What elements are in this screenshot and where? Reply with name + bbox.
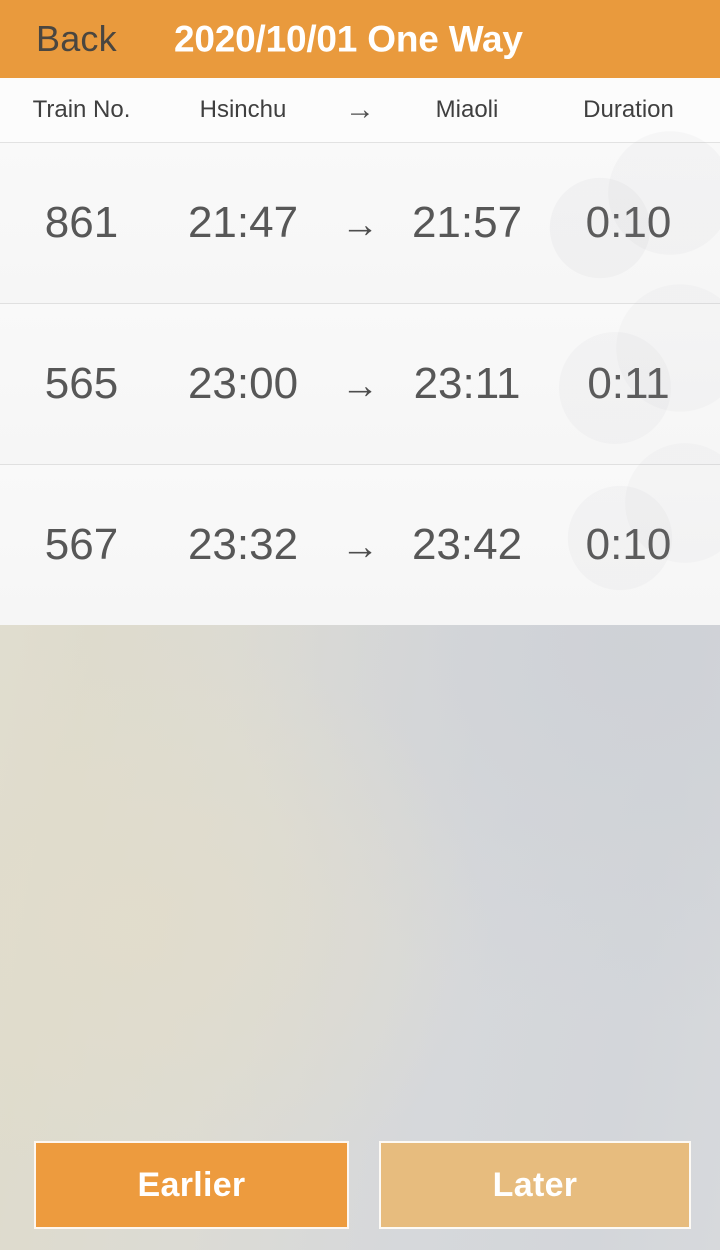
cell-arrow: →: [323, 362, 397, 406]
cell-arrival-time: 23:42: [411, 520, 523, 569]
cell-train-no: 565: [44, 359, 119, 408]
cell-departure-time: 21:47: [187, 198, 299, 247]
cell-arrow: →: [323, 523, 397, 567]
arrow-right-icon: →: [345, 93, 375, 126]
column-header-duration: Duration: [583, 96, 674, 123]
cell-departure-time: 23:00: [187, 359, 299, 408]
table-row[interactable]: 567 23:32 → 23:42 0:10: [0, 465, 720, 625]
column-header-origin-station: Hsinchu: [199, 96, 287, 123]
cell-arrival-time: 21:57: [411, 198, 523, 247]
table-row[interactable]: 861 21:47 → 21:57 0:10: [0, 143, 720, 304]
train-schedule-screen: Back 2020/10/01 One Way Train No. Hsinch…: [0, 0, 720, 1250]
cell-train-no: 861: [44, 198, 119, 247]
arrow-right-icon: →: [341, 526, 379, 568]
cell-duration: 0:11: [587, 359, 670, 408]
table-column-header: Train No. Hsinchu → Miaoli Duration: [0, 78, 720, 143]
arrow-right-icon: →: [341, 365, 379, 407]
column-header-destination-station: Miaoli: [435, 96, 499, 123]
cell-duration: 0:10: [585, 198, 672, 247]
table-row[interactable]: 565 23:00 → 23:11 0:11: [0, 304, 720, 465]
page-title: 2020/10/01 One Way: [174, 18, 523, 60]
top-navigation-bar: Back 2020/10/01 One Way: [0, 0, 720, 78]
cell-arrival-time: 23:11: [413, 359, 521, 408]
cell-train-no: 567: [44, 520, 119, 569]
cell-departure-time: 23:32: [187, 520, 299, 569]
cell-duration: 0:10: [585, 520, 672, 569]
cell-arrow: →: [323, 201, 397, 245]
back-button[interactable]: Back: [36, 21, 117, 57]
later-button[interactable]: Later: [379, 1141, 691, 1229]
column-header-train-no: Train No.: [32, 96, 131, 123]
column-header-arrow: →: [323, 95, 397, 125]
bottom-action-bar: Earlier Later: [0, 1120, 720, 1250]
arrow-right-icon: →: [341, 204, 379, 246]
search-results-list: Train No. Hsinchu → Miaoli Duration 861 …: [0, 78, 720, 625]
earlier-button[interactable]: Earlier: [34, 1141, 349, 1229]
